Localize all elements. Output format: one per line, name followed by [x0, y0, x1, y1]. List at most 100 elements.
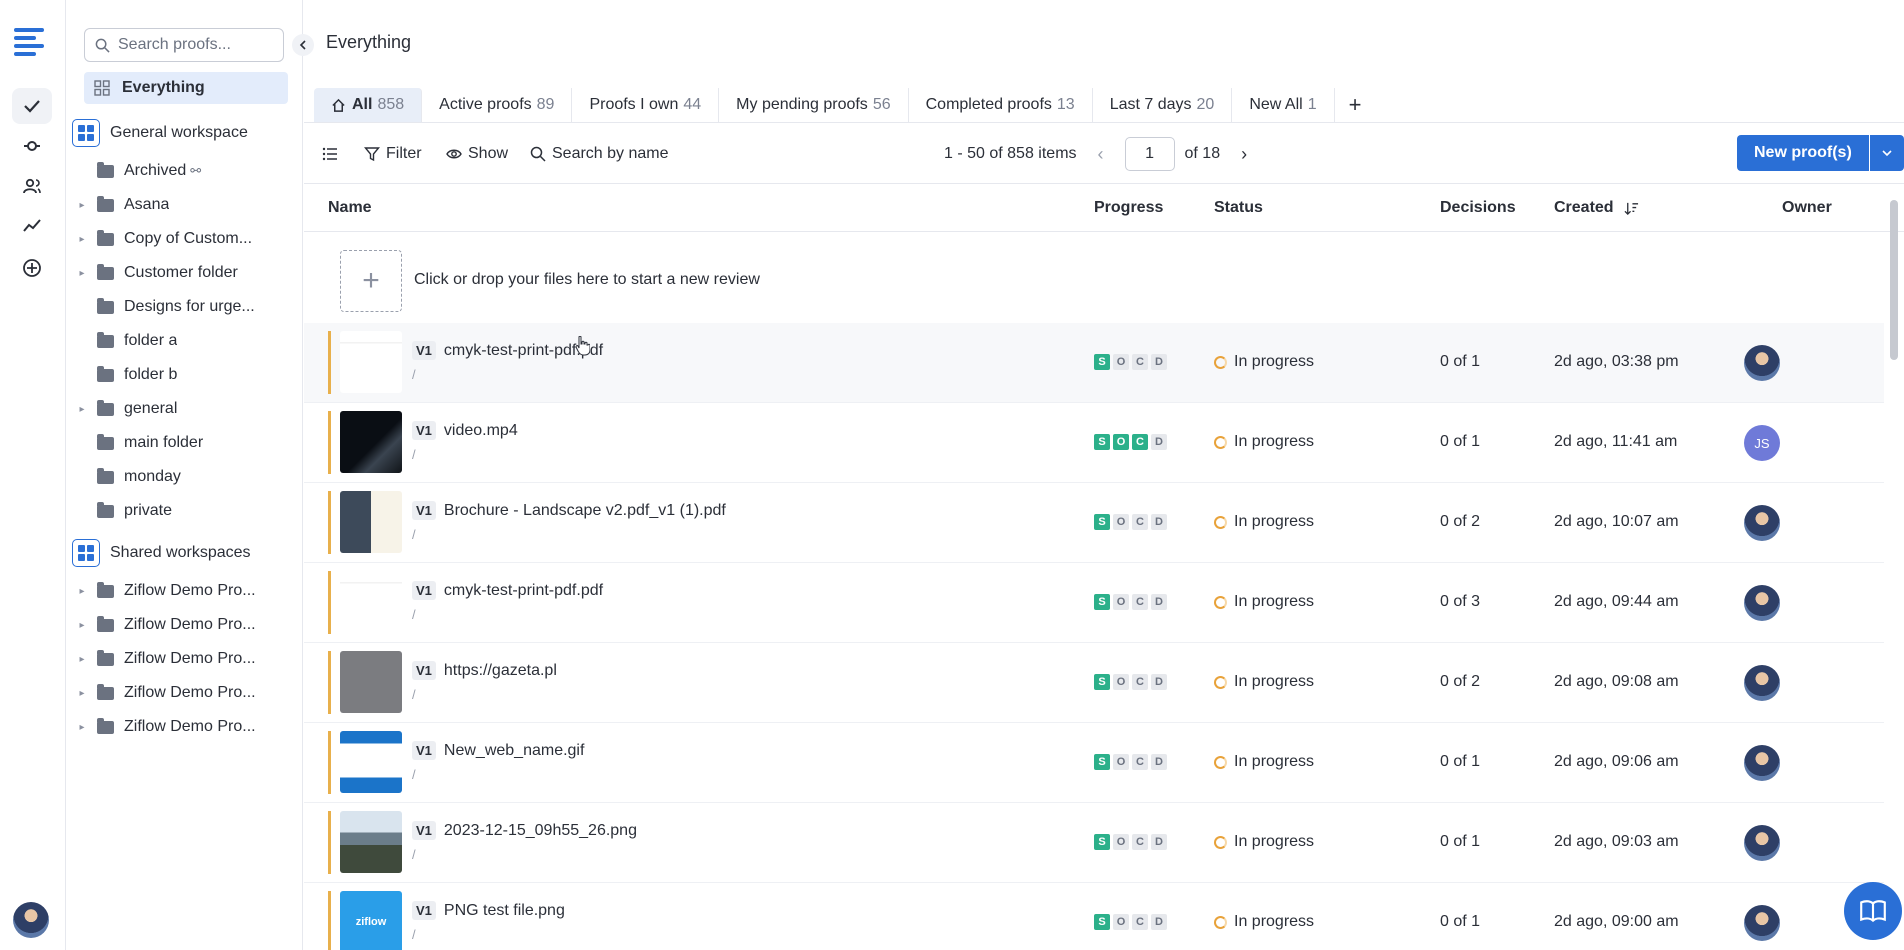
tab-proofs-i-own[interactable]: Proofs I own 44 — [572, 88, 720, 122]
file-name[interactable]: V1 New_web_name.gif — [412, 741, 584, 760]
tab-new-all[interactable]: New All 1 — [1232, 88, 1335, 122]
owner-avatar[interactable]: JS — [1744, 425, 1780, 461]
tab-active-proofs[interactable]: Active proofs 89 — [422, 88, 573, 122]
proofs-nav-icon[interactable] — [12, 88, 52, 124]
caret-right-icon[interactable]: ▸ — [75, 404, 89, 415]
col-progress[interactable]: Progress — [1094, 184, 1163, 232]
file-thumbnail[interactable] — [340, 811, 402, 873]
search-proofs-input[interactable] — [118, 36, 268, 54]
search-by-name-button[interactable]: Search by name — [530, 135, 669, 173]
shared-folder[interactable]: ▸ Ziflow Demo Pro... — [75, 677, 279, 709]
tab-all[interactable]: All 858 — [314, 88, 423, 122]
sidebar-folder[interactable]: monday — [75, 461, 279, 493]
new-proof-dropdown-button[interactable] — [1869, 135, 1904, 171]
table-row[interactable]: V1 New_web_name.gif / S O C D In progress 0 of 1… — [304, 723, 1884, 803]
caret-right-icon[interactable]: ▸ — [75, 200, 89, 211]
tab-my-pending-proofs[interactable]: My pending proofs 56 — [719, 88, 909, 122]
sidebar-folder[interactable]: main folder — [75, 427, 279, 459]
add-tab-button[interactable]: + — [1335, 88, 1376, 122]
table-row[interactable]: V1 https://gazeta.pl / S O C D In progress 0 of … — [304, 643, 1884, 723]
new-proof-button[interactable]: New proof(s) — [1737, 135, 1869, 171]
scrollbar[interactable] — [1890, 200, 1898, 360]
tab-last-7-days[interactable]: Last 7 days 20 — [1093, 88, 1233, 122]
shared-folder[interactable]: ▸ Ziflow Demo Pro... — [75, 643, 279, 675]
file-name[interactable]: V1 PNG test file.png — [412, 901, 565, 920]
file-name[interactable]: V1 cmyk-test-print-pdf.pdf — [412, 581, 603, 600]
sidebar-folder[interactable]: ▸ Asana — [75, 189, 279, 221]
sidebar-folder[interactable]: ▸ Copy of Custom... — [75, 223, 279, 255]
stage-badge: S — [1094, 834, 1110, 850]
shared-folder[interactable]: ▸ Ziflow Demo Pro... — [75, 711, 279, 743]
workspace-shared[interactable]: Shared workspaces — [72, 536, 297, 570]
file-thumbnail[interactable] — [340, 331, 402, 393]
table-row[interactable]: V1 cmyk-test-print-pdf.pdf / S O C D In progres… — [304, 563, 1884, 643]
table-row[interactable]: V1 Brochure - Landscape v2.pdf_v1 (1).pdf… — [304, 483, 1884, 563]
plus-icon[interactable]: + — [340, 250, 402, 312]
caret-right-icon[interactable]: ▸ — [75, 722, 89, 733]
sidebar-item-everything[interactable]: Everything — [84, 72, 288, 104]
file-thumbnail[interactable] — [340, 651, 402, 713]
next-page-button[interactable]: › — [1230, 144, 1258, 165]
file-name[interactable]: V1 https://gazeta.pl — [412, 661, 557, 680]
col-decisions[interactable]: Decisions — [1440, 184, 1516, 232]
owner-avatar[interactable] — [1744, 665, 1780, 701]
filter-button[interactable]: Filter — [364, 135, 422, 173]
reports-nav-icon[interactable] — [12, 208, 52, 244]
page-number-input[interactable]: 1 — [1124, 137, 1175, 171]
file-name[interactable]: V1 Brochure - Landscape v2.pdf_v1 (1).pdf — [412, 501, 726, 520]
list-view-button[interactable] — [322, 135, 338, 173]
table-row[interactable]: V1 cmyk-test-print-pdf.pdf / S O C D In progres… — [304, 323, 1884, 403]
status-label: In progress — [1234, 913, 1315, 930]
file-thumbnail[interactable] — [340, 571, 402, 633]
flows-nav-icon[interactable] — [12, 128, 52, 164]
tab-completed-proofs[interactable]: Completed proofs 13 — [909, 88, 1093, 122]
users-nav-icon[interactable] — [12, 168, 52, 204]
file-thumbnail[interactable] — [340, 411, 402, 473]
sidebar-folder[interactable]: folder b — [75, 359, 279, 391]
file-name[interactable]: V1 video.mp4 — [412, 421, 518, 440]
owner-avatar[interactable] — [1744, 745, 1780, 781]
filter-label: Filter — [386, 145, 422, 162]
caret-right-icon[interactable]: ▸ — [75, 688, 89, 699]
caret-right-icon[interactable]: ▸ — [75, 654, 89, 665]
col-created[interactable]: Created — [1554, 184, 1639, 232]
owner-avatar[interactable] — [1744, 585, 1780, 621]
sidebar-folder[interactable]: Archived ⚯ — [75, 155, 279, 187]
show-button[interactable]: Show — [446, 135, 508, 173]
file-thumbnail[interactable] — [340, 731, 402, 793]
owner-avatar[interactable] — [1744, 505, 1780, 541]
shared-folder[interactable]: ▸ Ziflow Demo Pro... — [75, 575, 279, 607]
search-proofs-field[interactable] — [84, 28, 284, 62]
table-row[interactable]: V1 video.mp4 / S O C D In progress 0 of 1 2d ago,… — [304, 403, 1884, 483]
sidebar-folder[interactable]: ▸ Customer folder — [75, 257, 279, 289]
workspace-general[interactable]: General workspace — [72, 116, 297, 150]
table-row[interactable]: ziflow V1 PNG test file.png / S O C D In progres… — [304, 883, 1884, 950]
sidebar-folder[interactable]: ▸ general — [75, 393, 279, 425]
owner-avatar[interactable] — [1744, 905, 1780, 941]
file-thumbnail[interactable] — [340, 491, 402, 553]
caret-right-icon[interactable]: ▸ — [75, 268, 89, 279]
sidebar-folder[interactable]: private — [75, 495, 279, 527]
col-name[interactable]: Name — [328, 184, 372, 232]
caret-right-icon[interactable]: ▸ — [75, 586, 89, 597]
file-name[interactable]: V1 2023-12-15_09h55_26.png — [412, 821, 637, 840]
owner-avatar[interactable] — [1744, 825, 1780, 861]
file-thumbnail[interactable]: ziflow — [340, 891, 402, 950]
col-owner[interactable]: Owner — [1782, 184, 1832, 232]
file-name[interactable]: V1 cmyk-test-print-pdf.pdf — [412, 341, 603, 360]
help-button[interactable] — [1844, 882, 1902, 940]
prev-page-button[interactable]: ‹ — [1087, 144, 1115, 165]
ziflow-logo-icon[interactable] — [14, 28, 48, 60]
sidebar-folder[interactable]: Designs for urge... — [75, 291, 279, 323]
upload-dropzone[interactable]: + Click or drop your files here to start… — [304, 233, 1884, 323]
caret-right-icon[interactable]: ▸ — [75, 620, 89, 631]
shared-folder[interactable]: ▸ Ziflow Demo Pro... — [75, 609, 279, 641]
add-nav-icon[interactable] — [12, 250, 52, 286]
caret-right-icon[interactable]: ▸ — [75, 234, 89, 245]
table-row[interactable]: V1 2023-12-15_09h55_26.png / S O C D In progres… — [304, 803, 1884, 883]
col-status[interactable]: Status — [1214, 184, 1263, 232]
sort-desc-icon[interactable] — [1624, 201, 1639, 216]
sidebar-folder[interactable]: folder a — [75, 325, 279, 357]
user-avatar[interactable] — [13, 902, 49, 938]
owner-avatar[interactable] — [1744, 345, 1780, 381]
